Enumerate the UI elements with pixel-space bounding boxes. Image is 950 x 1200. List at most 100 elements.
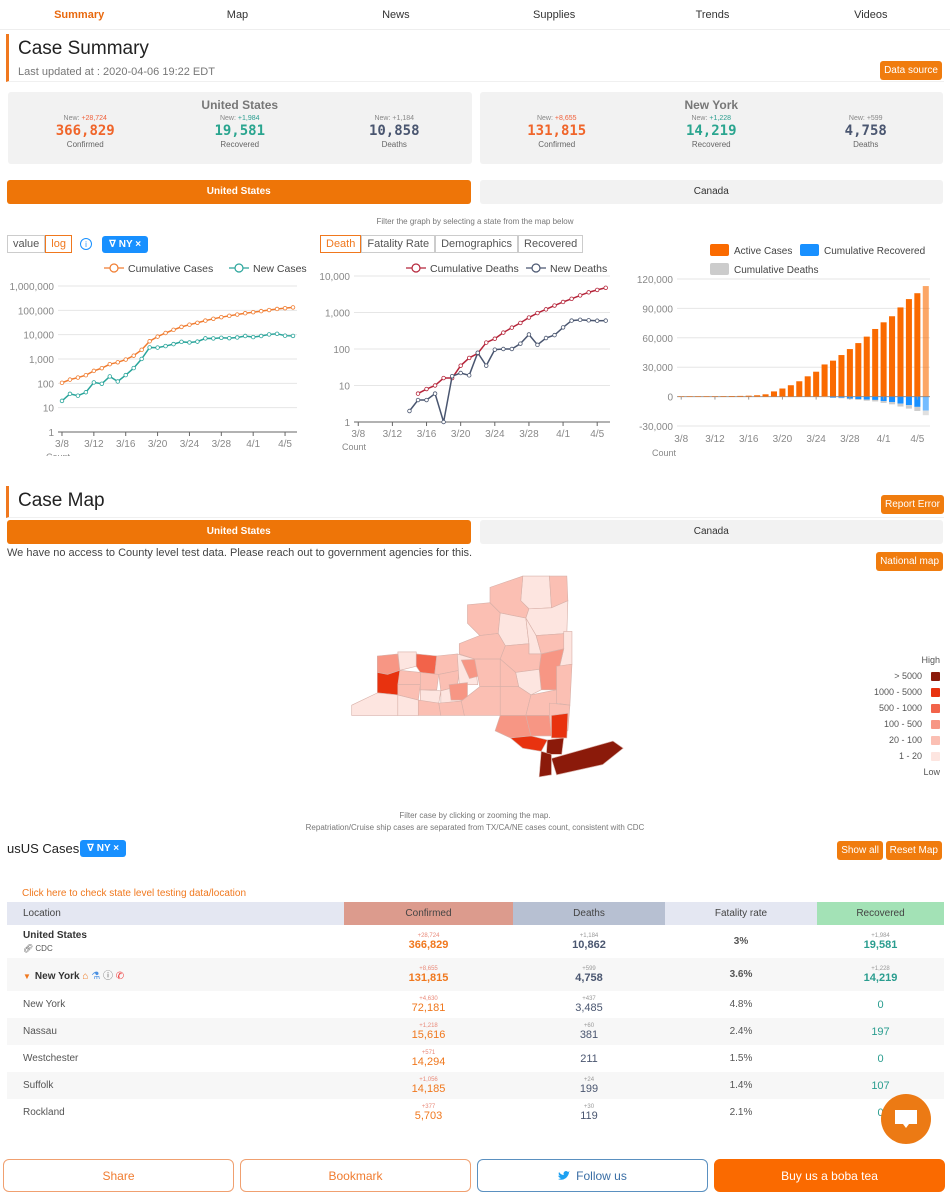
county-region[interactable] (458, 633, 506, 660)
info-icon[interactable]: ⓘ (103, 971, 113, 982)
nav-news[interactable]: News (317, 0, 475, 29)
cases-state-filter-chip[interactable]: ∇ NY × (80, 840, 127, 857)
county-region[interactable] (546, 737, 565, 755)
data-point (59, 380, 65, 386)
table-row[interactable]: Rockland +377 5,703 +30 119 2.1% 0 (7, 1099, 944, 1126)
y-tick-label: 1,000 (29, 355, 54, 366)
nav-summary[interactable]: Summary (0, 0, 158, 29)
county-region[interactable] (520, 575, 552, 610)
header-location[interactable]: Location (7, 902, 344, 925)
tab-demographics[interactable]: Demographics (435, 235, 519, 253)
county-region[interactable] (377, 669, 401, 696)
county-region[interactable] (538, 750, 552, 778)
county-region[interactable] (551, 713, 569, 739)
county-region[interactable] (420, 672, 440, 691)
data-point (432, 383, 438, 388)
bar-recovered (922, 396, 929, 411)
county-region[interactable] (556, 663, 573, 706)
bookmark-button[interactable]: Bookmark (240, 1159, 471, 1192)
tab-canada[interactable]: Canada (479, 180, 943, 204)
legend-item[interactable]: 1000 - 5000 (874, 684, 940, 700)
county-region[interactable] (448, 682, 468, 701)
nav-trends[interactable]: Trends (633, 0, 791, 29)
county-region[interactable] (467, 602, 501, 636)
legend-item[interactable]: 20 - 100 (874, 732, 940, 748)
show-all-button[interactable]: Show all (837, 841, 883, 860)
scale-log-button[interactable]: log (45, 235, 72, 253)
county-region[interactable] (351, 692, 399, 716)
nav-supplies[interactable]: Supplies (475, 0, 633, 29)
ny-county-map[interactable] (340, 572, 640, 782)
testing-data-link[interactable]: Click here to check state level testing … (0, 872, 950, 902)
table-row[interactable]: Suffolk +1,056 14,185 +24 199 1.4% 107 (7, 1072, 944, 1099)
header-deaths[interactable]: Deaths (513, 902, 665, 925)
legend-item[interactable]: 100 - 500 (874, 716, 940, 732)
follow-us-button[interactable]: Follow us (477, 1159, 708, 1192)
county-region[interactable] (509, 735, 548, 752)
y-tick-label: 10 (43, 404, 55, 415)
header-confirmed[interactable]: Confirmed (344, 902, 513, 925)
tab-death[interactable]: Death (320, 235, 362, 253)
deaths-line-chart[interactable]: 1 10 100 1,000 10,000 3/8 3/12 3/16 3/20 3/24 3/28… (310, 256, 620, 456)
table-row[interactable]: New York +4,630 72,181 +437 3,485 4.8% 0 (7, 991, 944, 1018)
legend-item[interactable]: 1 - 20 (874, 748, 940, 764)
county-region[interactable] (474, 658, 501, 688)
table-row[interactable]: Westchester +571 14,294 211 1.5% 0 (7, 1045, 944, 1072)
stat-value: 10,858 (368, 123, 420, 139)
x-tick-label: 3/8 (55, 439, 69, 450)
bar-active (889, 316, 896, 397)
county-region[interactable] (438, 700, 465, 716)
table-row[interactable]: Nassau +1,218 15,616 +60 381 2.4% 197 (7, 1018, 944, 1045)
map-tab-united-states[interactable]: United States (7, 520, 471, 544)
data-point (595, 287, 600, 293)
legend-item[interactable]: 500 - 1000 (874, 700, 940, 716)
card-title: United States (201, 98, 279, 112)
data-point (91, 368, 97, 374)
x-tick-label: 3/28 (519, 429, 539, 440)
county-region[interactable] (494, 715, 532, 739)
phone-icon[interactable]: ✆ (116, 971, 124, 982)
stat-new-value: +28,724 (81, 115, 107, 122)
source-link[interactable]: CDC (35, 944, 52, 953)
data-point (586, 318, 591, 323)
table-row[interactable]: United States 🔗︎ CDC +28,724 366,829 +1,184 1… (7, 925, 944, 958)
county-region[interactable] (397, 670, 421, 685)
tab-recovered[interactable]: Recovered (518, 235, 584, 253)
data-point (501, 330, 506, 335)
legend-label: 500 - 1000 (878, 703, 922, 713)
active-bar-chart[interactable]: -30,000 0 30,000 60,000 90,000 120,000 3/8 3/12… (630, 234, 950, 456)
case-map-title: Case Map (18, 490, 105, 511)
tab-united-states[interactable]: United States (7, 180, 471, 204)
state-filter-chip[interactable]: ∇ NY × (101, 235, 149, 253)
data-point (147, 339, 152, 344)
data-point (211, 336, 216, 341)
expand-caret-icon[interactable]: ▼ (23, 972, 31, 981)
county-region[interactable] (415, 653, 438, 675)
test-tube-icon[interactable]: ⚗ (91, 971, 100, 982)
header-fatality-rate[interactable]: Fatality rate (665, 902, 817, 925)
bar-active (905, 299, 912, 397)
data-point (282, 305, 288, 311)
legend-swatch (931, 703, 940, 713)
tab-fatality-rate[interactable]: Fatality Rate (361, 235, 436, 253)
chat-button[interactable] (881, 1094, 931, 1144)
buy-boba-tea-button[interactable]: Buy us a boba tea (714, 1159, 945, 1192)
reset-map-button[interactable]: Reset Map (885, 841, 942, 860)
y-tick-label: 10 (339, 382, 351, 393)
data-source-button[interactable]: Data source (880, 61, 942, 80)
info-icon[interactable]: i (79, 238, 92, 250)
y-tick-label: 60,000 (642, 334, 673, 345)
scale-value-button[interactable]: value (7, 235, 46, 253)
data-point (91, 380, 97, 385)
legend-item[interactable]: > 5000 (874, 668, 940, 684)
county-region[interactable] (397, 651, 417, 671)
share-button[interactable]: Share (3, 1159, 234, 1192)
nav-videos[interactable]: Videos (792, 0, 950, 29)
nav-map[interactable]: Map (158, 0, 316, 29)
cases-line-chart[interactable]: 1 10 100 1,000 10,000 100,000 1,000,000 3/8 3/12… (0, 256, 310, 456)
report-error-button[interactable]: Report Error (880, 495, 944, 514)
home-icon[interactable]: ⌂ (82, 971, 88, 982)
table-row[interactable]: ▼ New York ⌂ ⚗ ⓘ ✆ +8,655 131,815 +599 4,758 3… (7, 958, 944, 991)
header-recovered[interactable]: Recovered (817, 902, 944, 925)
map-tab-canada[interactable]: Canada (479, 520, 943, 544)
